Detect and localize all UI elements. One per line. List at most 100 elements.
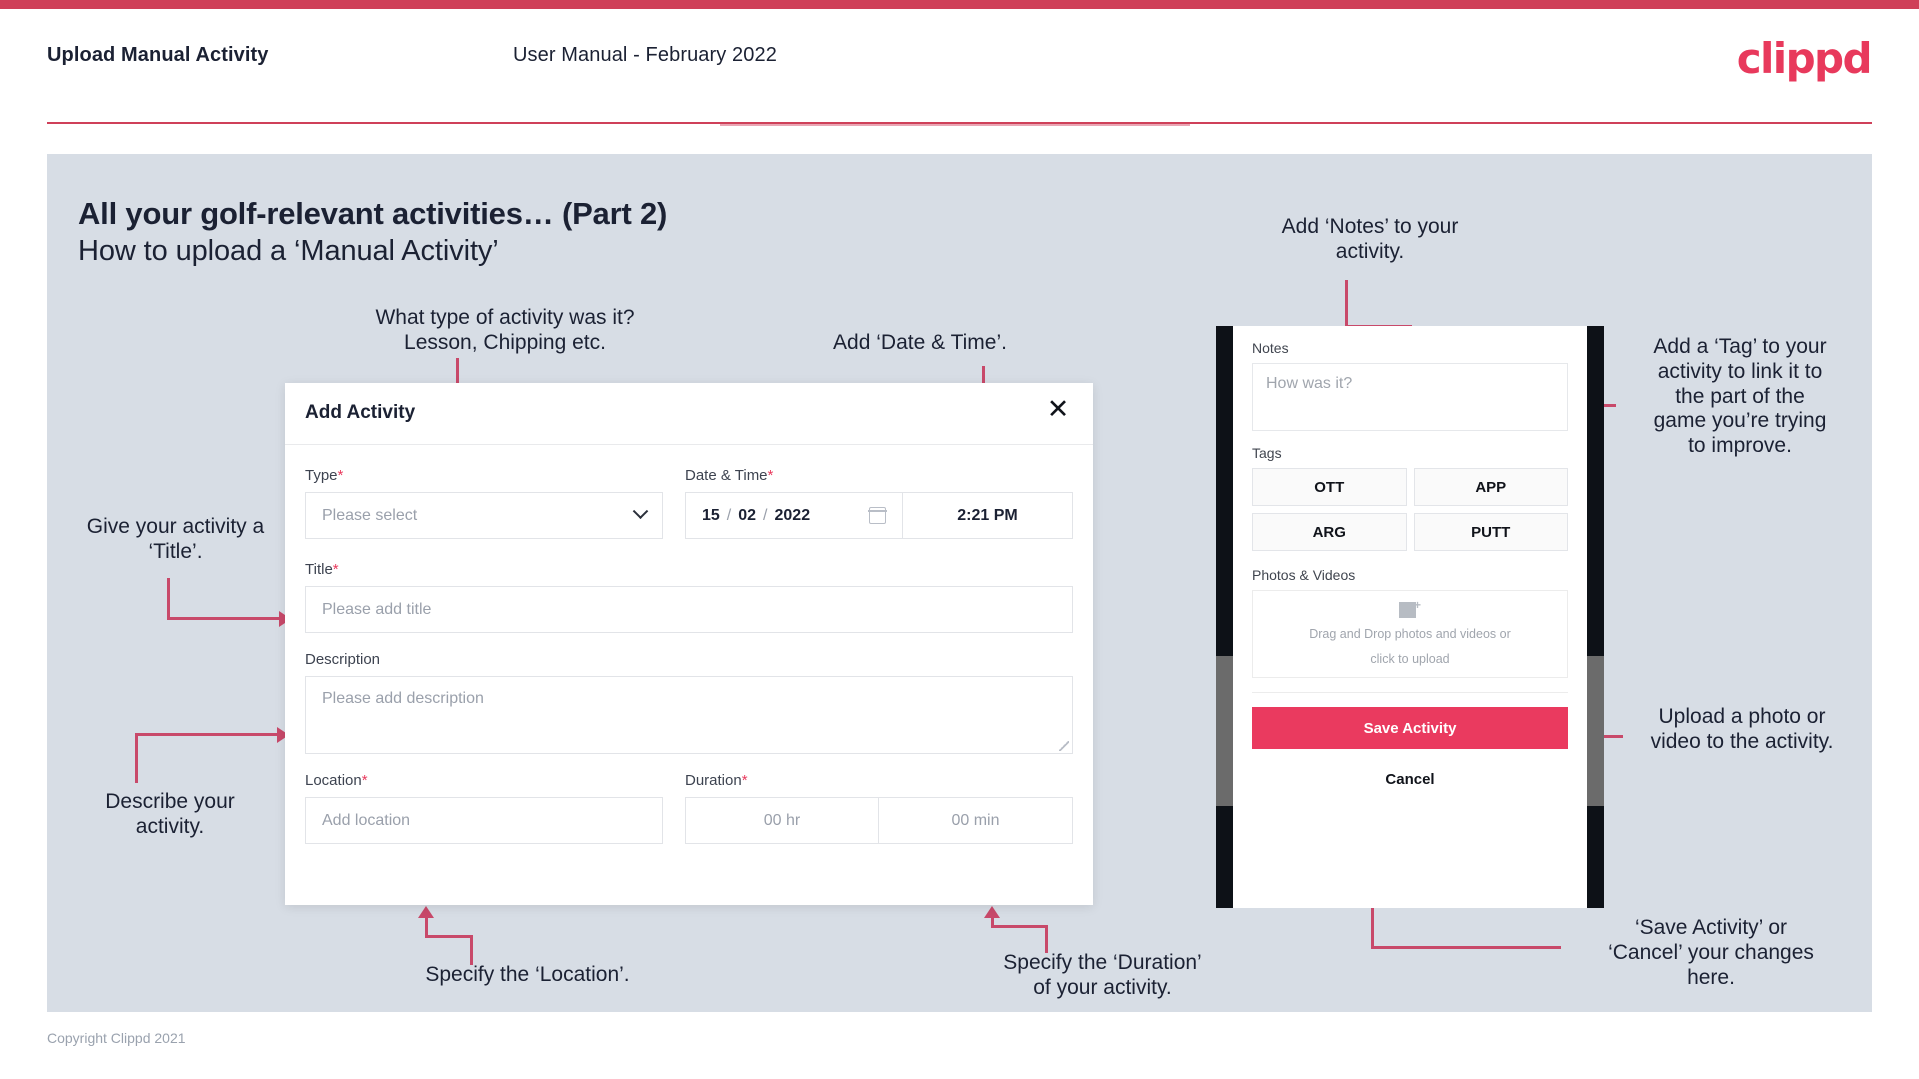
row-location-duration: Location* Add location Duration* 00 hr 0…	[305, 772, 1073, 844]
title-input[interactable]: Please add title	[305, 586, 1073, 633]
connector-location-v2	[425, 918, 428, 938]
required-marker: *	[741, 772, 748, 789]
notes-placeholder: How was it?	[1266, 375, 1353, 392]
resize-handle-icon[interactable]	[1059, 741, 1069, 751]
label-title: Title*	[305, 561, 1073, 578]
connector-location-v1	[470, 935, 473, 965]
calendar-icon[interactable]	[868, 507, 887, 524]
annotation-title: Give your activity a ‘Title’.	[86, 515, 265, 563]
required-marker: *	[332, 561, 339, 578]
description-textarea[interactable]: Please add description	[305, 676, 1073, 754]
header-divider-secondary	[720, 124, 1190, 126]
close-icon[interactable]: ✕	[1041, 393, 1075, 427]
datetime-group: 15 / 02 / 2022 2:21 PM	[685, 492, 1073, 539]
connector-notes-v1	[1345, 280, 1348, 328]
dialog-body: Type* Please select Date & Time* 15 / 02	[285, 445, 1093, 844]
image-add-icon: +	[1399, 599, 1421, 619]
date-input[interactable]: 15 / 02 / 2022	[685, 492, 903, 539]
connector-location-arrow	[418, 906, 434, 918]
duration-group: 00 hr 00 min	[685, 797, 1073, 844]
field-datetime: Date & Time* 15 / 02 / 2022 2:21 PM	[685, 467, 1073, 539]
duration-minutes-input[interactable]: 00 min	[879, 797, 1073, 844]
type-select[interactable]: Please select	[305, 492, 663, 539]
connector-duration-v1	[1045, 925, 1048, 953]
annotation-tags: Add a ‘Tag’ to your activity to link it t…	[1653, 335, 1827, 458]
annotation-location: Specify the ‘Location’.	[425, 963, 630, 986]
slide-subtitle: How to upload a ‘Manual Activity’	[78, 235, 499, 267]
dropzone-line-2: click to upload	[1370, 651, 1450, 666]
label-datetime: Date & Time*	[685, 467, 1073, 484]
connector-duration-v2	[991, 918, 994, 928]
row-type-datetime: Type* Please select Date & Time* 15 / 02	[305, 467, 1073, 539]
phone-mockup: Notes How was it? Tags OTT APP ARG PUTT …	[1216, 326, 1604, 908]
date-year: 2022	[774, 506, 811, 524]
field-location: Location* Add location	[305, 772, 663, 844]
description-placeholder: Please add description	[322, 690, 484, 707]
phone-frame-right	[1587, 326, 1604, 908]
label-location: Location*	[305, 772, 663, 789]
annotation-type: What type of activity was it? Lesson, Chi…	[375, 306, 635, 354]
field-description: Description Please add description	[305, 651, 1073, 754]
phone-scrollbar-left	[1216, 656, 1233, 806]
location-input[interactable]: Add location	[305, 797, 663, 844]
field-title: Title* Please add title	[305, 561, 1073, 633]
dropzone-line-1: Drag and Drop photos and videos or	[1309, 627, 1511, 642]
phone-content: Notes How was it? Tags OTT APP ARG PUTT …	[1233, 326, 1587, 678]
connector-description-h	[135, 733, 277, 736]
clippd-logo: clippd	[1736, 34, 1873, 83]
notes-textarea[interactable]: How was it?	[1252, 363, 1568, 431]
title-input-placeholder: Please add title	[322, 600, 432, 618]
annotation-datetime: Add ‘Date & Time’.	[833, 331, 1007, 354]
connector-duration-arrow	[984, 906, 1000, 918]
phone-screen: Notes How was it? Tags OTT APP ARG PUTT …	[1233, 326, 1587, 908]
label-type: Type*	[305, 467, 663, 484]
add-activity-dialog: Add Activity ✕ Type* Please select Date …	[285, 383, 1093, 905]
required-marker: *	[361, 772, 368, 789]
connector-duration-h	[991, 925, 1048, 928]
annotation-duration: Specify the ‘Duration’ of your activity.	[1003, 951, 1202, 999]
save-activity-button[interactable]: Save Activity	[1252, 707, 1568, 749]
date-day: 15	[702, 506, 720, 524]
photo-upload-dropzone[interactable]: + Drag and Drop photos and videos or cli…	[1252, 590, 1568, 678]
time-input[interactable]: 2:21 PM	[903, 492, 1073, 539]
label-duration: Duration*	[685, 772, 1073, 789]
phone-frame-left	[1216, 326, 1233, 908]
cancel-button[interactable]: Cancel	[1233, 771, 1587, 788]
notes-label: Notes	[1252, 340, 1289, 356]
annotation-save: ‘Save Activity’ or ‘Cancel’ your changes h…	[1608, 916, 1814, 989]
annotation-photos: Upload a photo or video to the activity.	[1650, 705, 1834, 753]
dialog-header: Add Activity ✕	[285, 383, 1093, 445]
dialog-title: Add Activity	[305, 402, 416, 423]
date-month: 02	[738, 506, 757, 524]
connector-title-v	[167, 578, 170, 620]
tags-label: Tags	[1252, 445, 1282, 461]
tag-button-arg[interactable]: ARG	[1252, 513, 1407, 551]
connector-title-h	[167, 617, 279, 620]
date-sep-1: /	[726, 506, 732, 524]
chevron-down-icon	[632, 503, 649, 520]
annotation-description: Describe your activity.	[105, 790, 235, 838]
tag-button-ott[interactable]: OTT	[1252, 468, 1407, 506]
phone-scrollbar-right	[1587, 656, 1604, 806]
page-title: Upload Manual Activity	[47, 44, 269, 66]
type-select-value: Please select	[322, 506, 418, 524]
annotation-notes: Add ‘Notes’ to your activity.	[1281, 215, 1459, 263]
top-accent-bar	[0, 0, 1919, 9]
connector-save-h	[1371, 946, 1561, 949]
date-sep-2: /	[763, 506, 768, 524]
header-subtitle: User Manual - February 2022	[513, 44, 777, 66]
tag-button-putt[interactable]: PUTT	[1413, 513, 1568, 551]
tag-button-app[interactable]: APP	[1413, 468, 1568, 506]
tags-grid: OTT APP ARG PUTT	[1252, 468, 1568, 551]
time-value: 2:21 PM	[957, 506, 1018, 524]
phone-divider	[1252, 692, 1568, 693]
slide-title: All your golf-relevant activities… (Part…	[78, 196, 668, 231]
required-marker: *	[337, 467, 344, 484]
connector-location-h	[425, 935, 473, 938]
label-location-text: Location	[305, 772, 362, 789]
footer-copyright: Copyright Clippd 2021	[47, 1030, 186, 1046]
label-datetime-text: Date & Time	[685, 467, 768, 484]
field-type: Type* Please select	[305, 467, 663, 539]
label-title-text: Title	[305, 561, 333, 578]
duration-hours-input[interactable]: 00 hr	[685, 797, 879, 844]
